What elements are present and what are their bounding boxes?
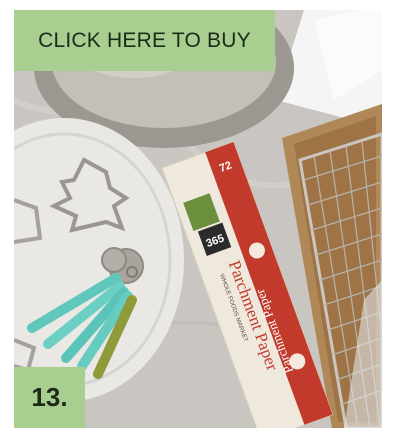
measuring-spoon-bowl (101, 247, 127, 273)
product-photo[interactable]: 365 WHOLE FOODS MARKET Parchment Paper 7… (14, 10, 382, 428)
product-card: 365 WHOLE FOODS MARKET Parchment Paper 7… (0, 0, 396, 428)
click-to-buy-banner[interactable]: CLICK HERE TO BUY (14, 10, 275, 71)
item-number-badge: 13. (14, 367, 85, 428)
